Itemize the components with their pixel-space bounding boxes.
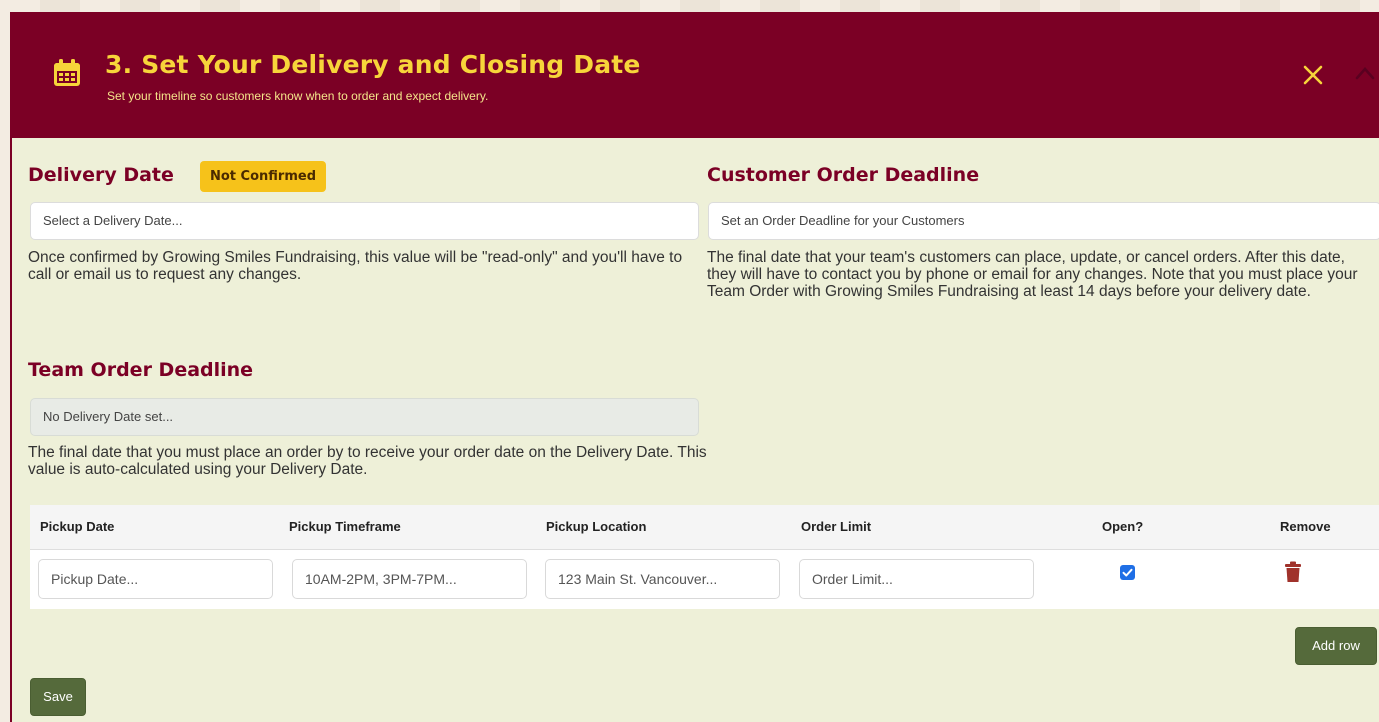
team-deadline-input: No Delivery Date set... bbox=[30, 398, 699, 436]
header-remove: Remove bbox=[1280, 519, 1331, 534]
table-header-row: Pickup Date Pickup Timeframe Pickup Loca… bbox=[30, 505, 1379, 550]
calendar-icon bbox=[54, 59, 80, 86]
setup-panel: 3. Set Your Delivery and Closing Date Se… bbox=[10, 12, 1379, 722]
pickup-date-input[interactable]: Pickup Date... bbox=[38, 559, 273, 599]
trash-icon[interactable] bbox=[1284, 561, 1302, 583]
panel-header: 3. Set Your Delivery and Closing Date Se… bbox=[12, 12, 1379, 138]
status-badge: Not Confirmed bbox=[200, 161, 326, 192]
header-pickup-date: Pickup Date bbox=[40, 519, 115, 534]
customer-deadline-title: Customer Order Deadline bbox=[707, 164, 980, 186]
panel-subtitle: Set your timeline so customers know when… bbox=[107, 89, 489, 103]
delivery-date-input[interactable]: Select a Delivery Date... bbox=[30, 202, 699, 240]
customer-deadline-help: The final date that your team's customer… bbox=[707, 249, 1358, 300]
order-limit-input[interactable]: Order Limit... bbox=[799, 559, 1034, 599]
header-order-limit: Order Limit bbox=[801, 519, 872, 534]
save-button[interactable]: Save bbox=[30, 678, 86, 716]
add-row-button[interactable]: Add row bbox=[1295, 627, 1377, 665]
delivery-date-help: Once confirmed by Growing Smiles Fundrai… bbox=[28, 249, 683, 283]
chevron-up-icon[interactable] bbox=[1354, 64, 1376, 82]
customer-deadline-input[interactable]: Set an Order Deadline for your Customers bbox=[708, 202, 1379, 240]
close-icon[interactable] bbox=[1300, 62, 1326, 88]
pickup-timeframe-input[interactable]: 10AM-2PM, 3PM-7PM... bbox=[292, 559, 527, 599]
open-checkbox[interactable] bbox=[1120, 565, 1135, 580]
panel-title: 3. Set Your Delivery and Closing Date bbox=[105, 50, 641, 79]
check-icon bbox=[1122, 568, 1133, 577]
team-deadline-title: Team Order Deadline bbox=[28, 359, 254, 381]
team-deadline-help: The final date that you must place an or… bbox=[28, 444, 707, 478]
pickup-location-input[interactable]: 123 Main St. Vancouver... bbox=[545, 559, 780, 599]
header-pickup-location: Pickup Location bbox=[546, 519, 647, 534]
delivery-date-title: Delivery Date bbox=[28, 164, 174, 186]
header-pickup-timeframe: Pickup Timeframe bbox=[289, 519, 401, 534]
header-open: Open? bbox=[1102, 519, 1144, 534]
